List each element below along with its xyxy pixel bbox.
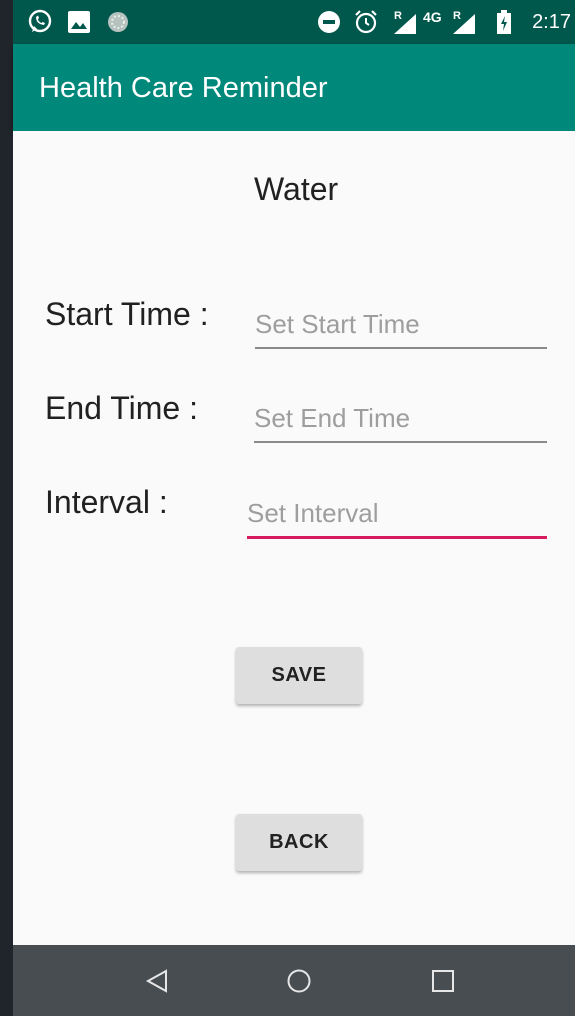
do-not-disturb-icon <box>318 11 340 33</box>
navigation-bar <box>13 945 575 1016</box>
page-title: Water <box>254 171 339 207</box>
signal-icon <box>394 14 416 34</box>
interval-field[interactable] <box>247 490 547 539</box>
status-bar: R 4G R 2:17 <box>13 0 575 44</box>
app-bar: Health Care Reminder <box>13 44 575 131</box>
end-time-field[interactable] <box>254 395 547 443</box>
end-time-label: End Time : <box>45 390 198 426</box>
interval-label: Interval : <box>45 484 168 520</box>
start-time-input[interactable] <box>255 301 547 347</box>
start-time-field[interactable] <box>255 301 547 349</box>
alarm-icon <box>355 10 377 34</box>
signal-icon <box>453 14 475 34</box>
back-icon[interactable] <box>144 968 170 994</box>
end-time-input[interactable] <box>254 395 547 441</box>
app-title: Health Care Reminder <box>39 72 328 104</box>
start-time-label: Start Time : <box>45 296 209 332</box>
back-button[interactable]: BACK <box>236 814 362 871</box>
battery-icon <box>497 10 511 34</box>
home-icon[interactable] <box>286 968 312 994</box>
clock: 2:17 <box>532 11 571 33</box>
device-bezel <box>0 0 13 1016</box>
reminder-form: Water Start Time : End Time : Interval :… <box>13 131 575 945</box>
save-button[interactable]: SAVE <box>236 647 362 704</box>
network-type: 4G <box>423 9 442 25</box>
whatsapp-icon <box>28 9 52 33</box>
loading-icon <box>108 12 128 32</box>
interval-input[interactable] <box>247 490 547 536</box>
image-icon <box>68 11 90 33</box>
recents-icon[interactable] <box>430 968 456 994</box>
